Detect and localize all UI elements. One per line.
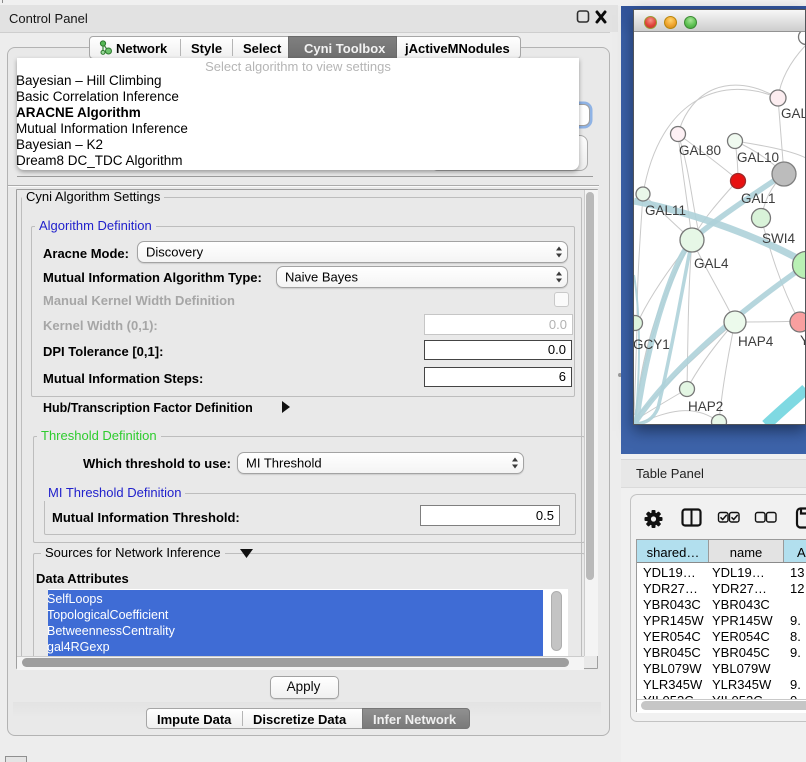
svg-text:HAP2: HAP2 (688, 399, 723, 414)
svg-text:GCY1: GCY1 (634, 337, 670, 352)
svg-text:SWI4: SWI4 (762, 231, 795, 246)
svg-text:HAP4: HAP4 (738, 334, 774, 349)
svg-text:GAL4: GAL4 (694, 256, 729, 271)
svg-text:GAL10: GAL10 (737, 150, 779, 165)
svg-text:GAL80: GAL80 (679, 143, 721, 158)
svg-text:YJ: YJ (800, 333, 805, 348)
svg-text:GAL1: GAL1 (741, 191, 776, 206)
svg-text:GAL11: GAL11 (645, 203, 686, 218)
svg-text:GAL2: GAL2 (781, 106, 805, 121)
